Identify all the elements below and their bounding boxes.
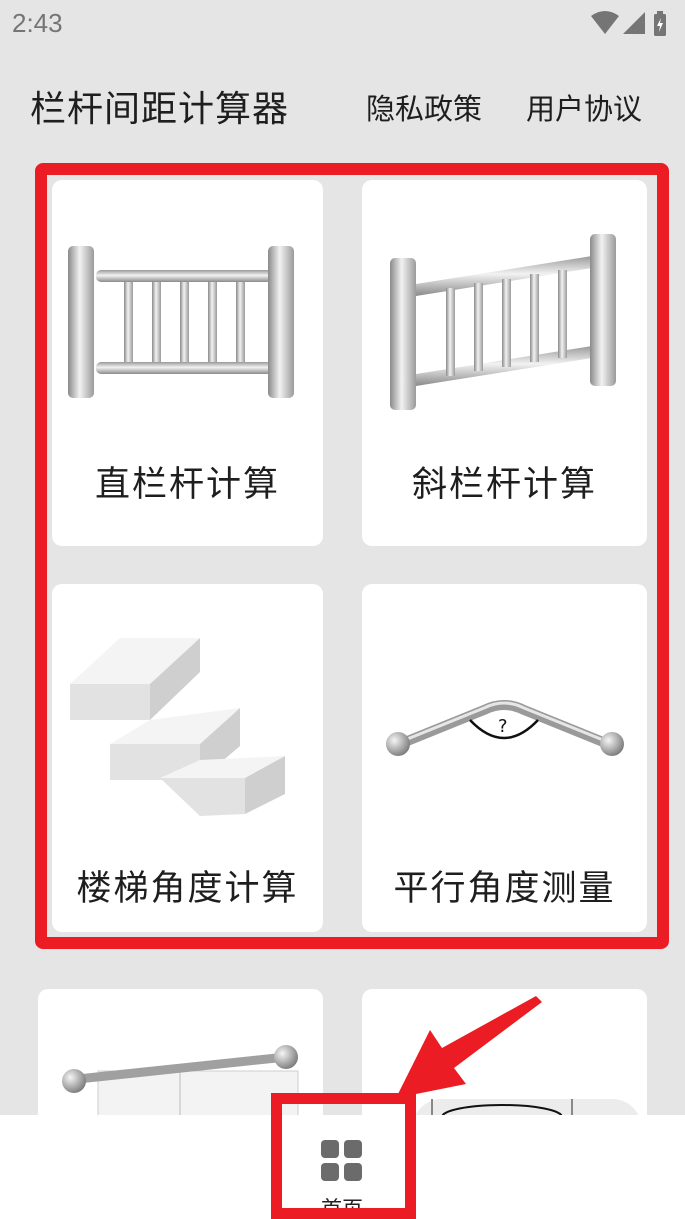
status-bar: 2:43 [0, 0, 685, 48]
nav-home-tab[interactable]: 首页 [296, 1125, 388, 1219]
staircase-icon [70, 638, 285, 816]
card-label: 直栏杆计算 [94, 465, 280, 505]
protractor-handrail-icon [62, 1045, 299, 1121]
straight-railing-icon [68, 246, 294, 398]
status-time: 2:43 [12, 8, 63, 38]
user-agreement-link[interactable]: 用户协议 [526, 86, 642, 128]
grid-icon [321, 1140, 362, 1181]
cell-signal-icon [623, 12, 645, 34]
privacy-policy-link[interactable]: 隐私政策 [366, 86, 482, 128]
card-label: 楼梯角度计算 [76, 869, 299, 909]
card-parallel-angle[interactable]: ? 平行角度测量 [362, 584, 647, 932]
wifi-icon [591, 11, 619, 34]
card-label: 平行角度测量 [393, 869, 616, 909]
battery-charging-icon [654, 11, 666, 36]
svg-text:?: ? [498, 716, 508, 737]
card-straight-railing[interactable]: 直栏杆计算 [52, 180, 323, 546]
card-slanted-railing[interactable]: 斜栏杆计算 [362, 180, 647, 546]
bottom-nav: 首页 [0, 1115, 685, 1219]
app-title: 栏杆间距计算器 [30, 89, 290, 130]
card-label: 斜栏杆计算 [411, 465, 597, 505]
card-staircase-angle[interactable]: 楼梯角度计算 [52, 584, 323, 932]
status-icons [591, 10, 671, 38]
nav-home-label: 首页 [321, 1197, 363, 1219]
app-header: 栏杆间距计算器 隐私政策 用户协议 [0, 48, 685, 158]
slanted-railing-icon [390, 234, 616, 410]
angled-handrail-icon: ? [386, 700, 624, 756]
